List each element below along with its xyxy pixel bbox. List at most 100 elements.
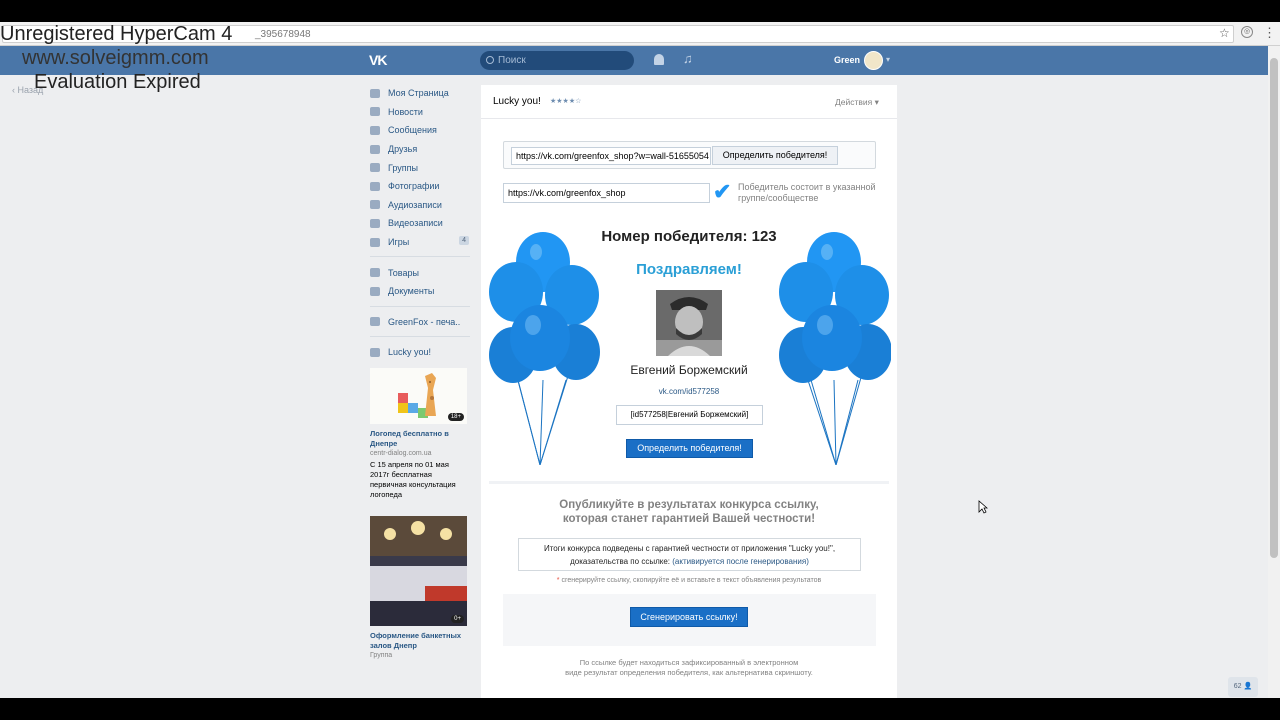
winner-photo-image xyxy=(656,290,722,356)
chat-counter[interactable]: 62 👤 xyxy=(1228,677,1258,697)
ad-domain: centr-dialog.com.ua xyxy=(370,449,432,457)
ad-image[interactable]: 0+ xyxy=(370,515,467,626)
count-badge: 4 xyxy=(459,235,469,245)
sidebar-item-label: Аудиозаписи xyxy=(388,199,442,210)
determine-winner-button-2[interactable]: Определить победителя! xyxy=(626,439,753,458)
sidebar-item-label: Сообщения xyxy=(388,125,437,136)
winner-name: Евгений Боржемский xyxy=(630,363,748,377)
group-icon xyxy=(370,317,380,327)
sidebar-item-label: Друзья xyxy=(388,144,418,155)
extension-icon[interactable]: ◎ xyxy=(1241,26,1253,38)
mouse-cursor-icon xyxy=(978,500,988,514)
app-header: Lucky you! ★★★★☆ Действия ▾ xyxy=(481,85,897,119)
sidebar-item[interactable]: Игры 4 xyxy=(370,233,470,252)
person-icon: 👤 xyxy=(1243,683,1253,690)
news-icon xyxy=(370,107,380,117)
sidebar-item[interactable]: Группы xyxy=(370,158,470,177)
ad-title[interactable]: Оформление банкетных залов Днепр xyxy=(370,631,467,651)
ad-image[interactable]: 18+ xyxy=(370,367,467,424)
recording-bottom-bar xyxy=(0,698,1280,720)
publish-title: Опубликуйте в результатах конкурса ссылк… xyxy=(559,499,819,525)
winner-number: Номер победителя: 123 xyxy=(601,228,777,245)
sidebar-item-label: Lucky you! xyxy=(388,347,432,358)
publish-link[interactable]: (активируется после генерирования) xyxy=(672,557,809,566)
winner-photo[interactable] xyxy=(656,290,722,356)
sidebar-divider xyxy=(370,305,470,307)
group-url-input[interactable]: https://vk.com/greenfox_shop xyxy=(503,183,710,203)
watermark-line3: Evaluation Expired xyxy=(34,71,201,93)
page-scrollbar[interactable] xyxy=(1268,46,1280,698)
winner-code-field[interactable]: [id577258|Евгений Боржемский] xyxy=(616,405,763,425)
post-url-box: https://vk.com/greenfox_shop?w=wall-5165… xyxy=(503,141,876,169)
app-card: Lucky you! ★★★★☆ Действия ▾ https://vk.c… xyxy=(481,85,897,698)
age-badge: 18+ xyxy=(447,412,464,421)
sidebar-item-label: GreenFox - печа.. xyxy=(388,316,461,327)
vk-logo[interactable]: VK xyxy=(369,52,387,68)
sidebar-item-label: Группы xyxy=(388,162,418,173)
ad-block-1[interactable]: 18+ Логопед бесплатно в Днепре centr-dia… xyxy=(370,367,467,500)
chevron-down-icon[interactable]: ▾ xyxy=(886,55,890,64)
groups-icon xyxy=(370,163,380,173)
ad-sub: Группа xyxy=(370,651,393,659)
sidebar-item[interactable]: GreenFox - печа.. xyxy=(370,313,470,332)
sidebar-item-label: Фотографии xyxy=(388,181,440,192)
sidebar-item[interactable]: Документы xyxy=(370,282,470,301)
section-divider xyxy=(489,481,889,484)
ad-text: С 15 апреля по 01 мая 2017г бесплатная п… xyxy=(370,459,456,499)
screen: _395678948 ☆ ◎ ⋮ VK Поиск ♫ Green ▾ ‹ На… xyxy=(0,0,1280,720)
sidebar-item[interactable]: Lucky you! xyxy=(370,343,470,362)
apps-icon xyxy=(370,347,380,357)
sidebar-item-label: Новости xyxy=(388,106,423,117)
generate-area: Сгенерировать ссылку! xyxy=(503,594,876,646)
footnote: По ссылке будет находиться зафиксированн… xyxy=(565,658,813,677)
user-avatar[interactable] xyxy=(864,51,883,70)
post-url-input[interactable]: https://vk.com/greenfox_shop?w=wall-5165… xyxy=(511,147,711,165)
checkmark-icon: ✔ xyxy=(713,179,732,204)
determine-winner-button[interactable]: Определить победителя! xyxy=(712,146,838,165)
watermark: Unregistered HyperCam 4 www.solveigmm.co… xyxy=(0,22,232,94)
publish-text-box[interactable]: Итоги конкурса подведены с гарантией чес… xyxy=(518,538,861,571)
winner-profile-link[interactable]: vk.com/id577258 xyxy=(481,387,897,396)
video-icon xyxy=(370,218,380,228)
watermark-line1: Unregistered HyperCam 4 xyxy=(0,23,233,45)
sidebar-item[interactable]: Сообщения xyxy=(370,121,470,140)
goods-icon xyxy=(370,268,380,278)
sidebar-item-label: Документы xyxy=(388,286,435,297)
friends-icon xyxy=(370,144,380,154)
browser-menu-icon[interactable]: ⋮ xyxy=(1263,25,1276,41)
search-icon xyxy=(486,56,494,64)
sidebar-item[interactable]: Аудиозаписи xyxy=(370,196,470,215)
actions-menu[interactable]: Действия ▾ xyxy=(835,97,879,108)
sidebar-item[interactable]: Друзья xyxy=(370,140,470,159)
left-sidebar: Моя Страница Новости Сообщения Друзья Группы… xyxy=(370,84,470,661)
sidebar-item[interactable]: Товары xyxy=(370,263,470,282)
user-name[interactable]: Green xyxy=(834,55,860,65)
bookmark-star-icon[interactable]: ☆ xyxy=(1219,26,1230,40)
camera-icon xyxy=(370,181,380,191)
ad-title[interactable]: Логопед бесплатно в Днепре xyxy=(370,429,467,449)
sidebar-item[interactable]: Новости xyxy=(370,103,470,122)
sidebar-item[interactable]: Моя Страница xyxy=(370,84,470,103)
games-icon xyxy=(370,237,380,247)
sidebar-item-label: Видеозаписи xyxy=(388,218,443,229)
bell-icon[interactable] xyxy=(654,54,664,65)
ad-block-2[interactable]: 0+ Оформление банкетных залов Днепр Груп… xyxy=(370,515,467,661)
scrollbar-thumb[interactable] xyxy=(1270,58,1278,558)
sidebar-item-label: Моя Страница xyxy=(388,88,449,99)
ad-image-banquet-hall xyxy=(370,515,467,626)
recording-top-bar xyxy=(0,0,1280,22)
generate-link-button[interactable]: Сгенерировать ссылку! xyxy=(630,607,748,627)
sidebar-item[interactable]: Видеозаписи xyxy=(370,214,470,233)
sidebar-item[interactable]: Фотографии xyxy=(370,177,470,196)
sidebar-divider xyxy=(370,336,470,338)
membership-note: Победитель состоит в указанной группе/со… xyxy=(738,182,876,203)
hint-text: * сгенерируйте ссылку, скопируйте её и в… xyxy=(556,577,822,584)
search-input[interactable]: Поиск xyxy=(480,51,634,70)
home-icon xyxy=(370,88,380,98)
audio-icon xyxy=(370,200,380,210)
sidebar-item-label: Товары xyxy=(388,267,419,278)
message-icon xyxy=(370,125,380,135)
rating-stars-icon: ★★★★☆ xyxy=(550,98,582,105)
app-title: Lucky you! xyxy=(493,96,541,107)
music-note-icon[interactable]: ♫ xyxy=(683,51,693,66)
